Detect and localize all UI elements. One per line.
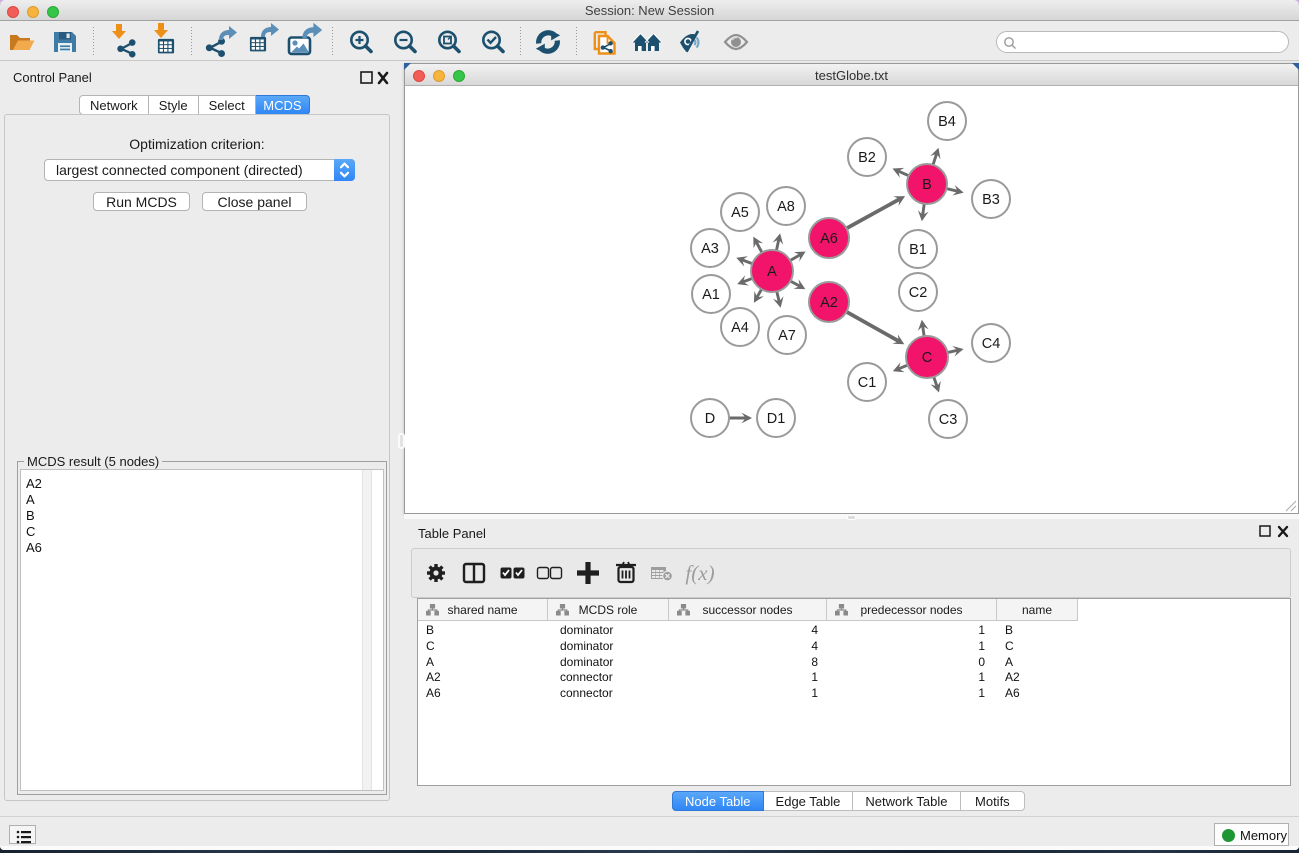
svg-text:C3: C3: [939, 412, 958, 428]
svg-text:B2: B2: [858, 150, 876, 166]
svg-text:A7: A7: [778, 328, 796, 344]
svg-text:C1: C1: [858, 375, 877, 391]
svg-text:C4: C4: [982, 336, 1001, 352]
svg-text:D1: D1: [767, 411, 786, 427]
svg-text:A1: A1: [702, 287, 720, 303]
svg-text:A: A: [767, 264, 777, 280]
svg-text:A8: A8: [777, 199, 795, 215]
svg-text:C2: C2: [909, 285, 928, 301]
svg-text:A4: A4: [731, 320, 749, 336]
svg-text:D: D: [705, 411, 715, 427]
svg-text:A2: A2: [820, 295, 838, 311]
svg-text:A5: A5: [731, 205, 749, 221]
svg-text:A3: A3: [701, 241, 719, 257]
svg-text:B3: B3: [982, 192, 1000, 208]
svg-text:A6: A6: [820, 231, 838, 247]
svg-text:B: B: [922, 177, 932, 193]
svg-text:B1: B1: [909, 242, 927, 258]
svg-text:C: C: [922, 350, 932, 366]
svg-text:f(x): f(x): [685, 561, 714, 585]
svg-text:B4: B4: [938, 114, 956, 130]
